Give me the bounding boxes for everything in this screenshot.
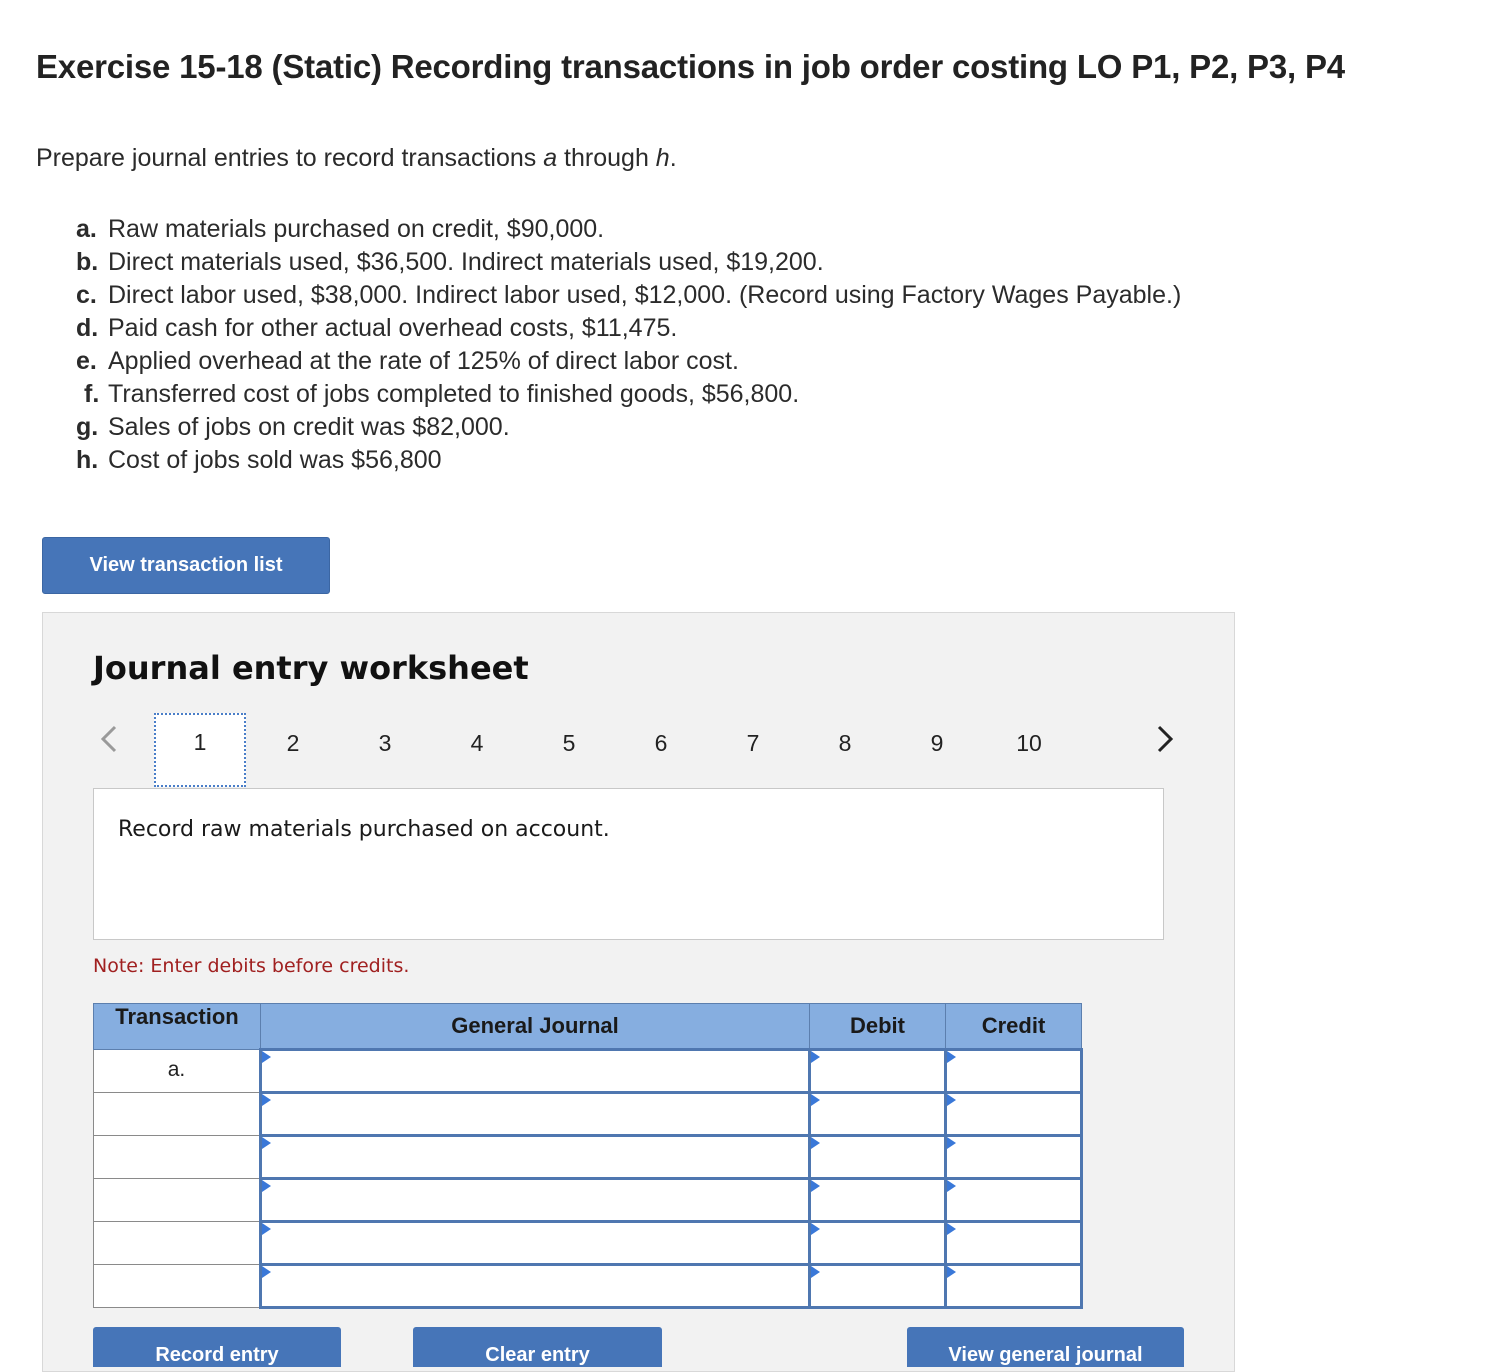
clear-entry-button[interactable]: Clear entry	[413, 1327, 662, 1367]
step-7-tab[interactable]: 7	[723, 723, 783, 763]
step-6-tab[interactable]: 6	[631, 723, 691, 763]
instructions: Prepare journal entries to record transa…	[36, 144, 677, 173]
instructions-text: through	[557, 144, 656, 172]
transaction-letter: e.	[76, 347, 97, 375]
instructions-letter-a: a	[543, 144, 558, 172]
table-row	[93, 1091, 1083, 1137]
debit-input[interactable]	[808, 1220, 947, 1266]
transaction-text: Sales of jobs on credit was $82,000.	[108, 413, 510, 441]
step-10-tab[interactable]: 10	[999, 723, 1059, 763]
step-1-tab[interactable]: 1	[154, 713, 246, 787]
transaction-text: Paid cash for other actual overhead cost…	[108, 314, 678, 342]
step-3-tab[interactable]: 3	[355, 723, 415, 763]
transaction-item: a. Raw materials purchased on credit, $90…	[76, 213, 1181, 246]
transaction-letter: f.	[84, 380, 100, 408]
table-row	[93, 1263, 1083, 1309]
transaction-cell	[93, 1178, 261, 1222]
transaction-text: Applied overhead at the rate of 125% of …	[108, 347, 739, 375]
account-input[interactable]	[259, 1220, 811, 1266]
entry-note: Note: Enter debits before credits.	[93, 955, 410, 977]
credit-input[interactable]	[944, 1048, 1083, 1094]
table-row	[93, 1177, 1083, 1223]
transaction-cell	[93, 1264, 261, 1308]
instructions-text: .	[669, 144, 677, 172]
debit-input[interactable]	[808, 1177, 947, 1223]
credit-input[interactable]	[944, 1177, 1083, 1223]
transaction-item: f. Transferred cost of jobs completed to …	[76, 378, 1181, 411]
journal-entry-table: Transaction General Journal Debit Credit…	[93, 1003, 1083, 1309]
debit-input[interactable]	[808, 1048, 947, 1094]
transaction-column-header: Transaction	[93, 1003, 261, 1050]
transaction-text: Direct materials used, $36,500. Indirect…	[108, 248, 824, 276]
table-header-row: Transaction General Journal Debit Credit	[93, 1003, 1082, 1050]
account-input[interactable]	[259, 1134, 811, 1180]
transaction-letter: h.	[76, 446, 99, 474]
chevron-left-icon[interactable]	[97, 721, 121, 757]
step-5-tab[interactable]: 5	[539, 723, 599, 763]
transaction-cell	[93, 1092, 261, 1136]
debit-input[interactable]	[808, 1134, 947, 1180]
credit-input[interactable]	[944, 1091, 1083, 1137]
step-8-tab[interactable]: 8	[815, 723, 875, 763]
general-journal-column-header: General Journal	[260, 1003, 810, 1050]
transaction-cell	[93, 1221, 261, 1265]
credit-input[interactable]	[944, 1263, 1083, 1309]
transaction-item: e. Applied overhead at the rate of 125% o…	[76, 345, 1181, 378]
journal-entry-worksheet-panel: Journal entry worksheet 1 2 3 4 5 6 7 8 …	[42, 612, 1235, 1372]
transaction-cell: a.	[93, 1049, 261, 1093]
debit-input[interactable]	[808, 1091, 947, 1137]
entry-prompt-box: Record raw materials purchased on accoun…	[93, 788, 1164, 940]
instructions-text: Prepare journal entries to record transa…	[36, 144, 544, 172]
transaction-text: Transferred cost of jobs completed to fi…	[108, 380, 800, 408]
transaction-letter: g.	[76, 413, 99, 441]
debit-column-header: Debit	[809, 1003, 946, 1050]
view-general-journal-button[interactable]: View general journal	[907, 1327, 1184, 1367]
step-4-tab[interactable]: 4	[447, 723, 507, 763]
credit-column-header: Credit	[945, 1003, 1082, 1050]
transaction-item: c. Direct labor used, $38,000. Indirect l…	[76, 279, 1181, 312]
transaction-text: Direct labor used, $38,000. Indirect lab…	[108, 281, 1182, 309]
account-input[interactable]	[259, 1177, 811, 1223]
transaction-letter: a.	[76, 215, 97, 243]
transaction-list: a. Raw materials purchased on credit, $90…	[76, 213, 1181, 477]
transaction-letter: c.	[76, 281, 97, 309]
account-input[interactable]	[259, 1048, 811, 1094]
transaction-text: Cost of jobs sold was $56,800	[108, 446, 442, 474]
transaction-letter: b.	[76, 248, 99, 276]
transaction-label: a.	[167, 1058, 186, 1081]
table-row	[93, 1220, 1083, 1266]
account-input[interactable]	[259, 1263, 811, 1309]
step-2-tab[interactable]: 2	[263, 723, 323, 763]
credit-input[interactable]	[944, 1220, 1083, 1266]
instructions-letter-h: h	[655, 144, 670, 172]
entry-prompt: Record raw materials purchased on accoun…	[118, 817, 610, 842]
transaction-text: Raw materials purchased on credit, $90,0…	[108, 215, 605, 243]
step-9-tab[interactable]: 9	[907, 723, 967, 763]
record-entry-button[interactable]: Record entry	[93, 1327, 341, 1367]
transaction-item: h. Cost of jobs sold was $56,800	[76, 444, 1181, 477]
exercise-title: Exercise 15-18 (Static) Recording transa…	[36, 48, 1345, 85]
transaction-cell	[93, 1135, 261, 1179]
transaction-item: g. Sales of jobs on credit was $82,000.	[76, 411, 1181, 444]
chevron-right-icon[interactable]	[1153, 721, 1177, 757]
credit-input[interactable]	[944, 1134, 1083, 1180]
debit-input[interactable]	[808, 1263, 947, 1309]
transaction-item: b. Direct materials used, $36,500. Indire…	[76, 246, 1181, 279]
table-row	[93, 1134, 1083, 1180]
worksheet-title: Journal entry worksheet	[93, 649, 529, 687]
account-input[interactable]	[259, 1091, 811, 1137]
transaction-item: d. Paid cash for other actual overhead co…	[76, 312, 1181, 345]
transaction-letter: d.	[76, 314, 99, 342]
table-row: a.	[93, 1048, 1083, 1094]
view-transaction-list-button[interactable]: View transaction list	[42, 537, 330, 594]
